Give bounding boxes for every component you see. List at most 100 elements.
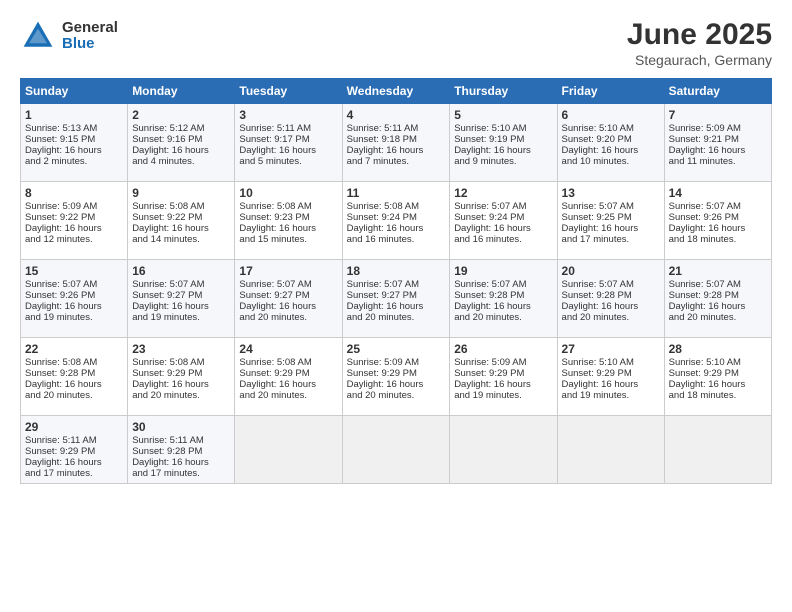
col-header-sunday: Sunday [21, 79, 128, 104]
day-detail: Sunrise: 5:08 AM [132, 357, 230, 368]
day-detail: Sunset: 9:15 PM [25, 134, 123, 145]
week-row-1: 8Sunrise: 5:09 AMSunset: 9:22 PMDaylight… [21, 182, 772, 260]
day-detail: Daylight: 16 hours [454, 223, 552, 234]
day-number: 10 [239, 186, 337, 200]
day-detail: Sunset: 9:28 PM [132, 446, 230, 457]
day-number: 23 [132, 342, 230, 356]
day-detail: Sunset: 9:25 PM [562, 212, 660, 223]
calendar-cell: 24Sunrise: 5:08 AMSunset: 9:29 PMDayligh… [235, 338, 342, 416]
calendar-cell: 13Sunrise: 5:07 AMSunset: 9:25 PMDayligh… [557, 182, 664, 260]
day-detail: Daylight: 16 hours [562, 301, 660, 312]
day-detail: Sunrise: 5:08 AM [25, 357, 123, 368]
day-number: 7 [669, 108, 767, 122]
calendar-cell: 26Sunrise: 5:09 AMSunset: 9:29 PMDayligh… [450, 338, 557, 416]
calendar-cell [450, 416, 557, 484]
day-number: 26 [454, 342, 552, 356]
day-detail: Daylight: 16 hours [347, 223, 446, 234]
day-number: 25 [347, 342, 446, 356]
calendar-cell: 28Sunrise: 5:10 AMSunset: 9:29 PMDayligh… [664, 338, 771, 416]
day-detail: Daylight: 16 hours [669, 379, 767, 390]
day-detail: Sunrise: 5:07 AM [669, 279, 767, 290]
day-detail: Sunrise: 5:11 AM [132, 435, 230, 446]
day-detail: Daylight: 16 hours [669, 223, 767, 234]
day-detail: Sunset: 9:27 PM [239, 290, 337, 301]
calendar-cell: 18Sunrise: 5:07 AMSunset: 9:27 PMDayligh… [342, 260, 450, 338]
logo-icon [20, 18, 56, 54]
calendar-cell: 29Sunrise: 5:11 AMSunset: 9:29 PMDayligh… [21, 416, 128, 484]
day-detail: Sunset: 9:22 PM [132, 212, 230, 223]
day-detail: Sunset: 9:21 PM [669, 134, 767, 145]
day-detail: Daylight: 16 hours [25, 379, 123, 390]
logo-general: General [62, 20, 118, 37]
day-detail: and 9 minutes. [454, 156, 552, 167]
day-detail: and 17 minutes. [25, 468, 123, 479]
day-detail: and 18 minutes. [669, 234, 767, 245]
day-detail: Daylight: 16 hours [132, 145, 230, 156]
day-detail: Sunset: 9:29 PM [669, 368, 767, 379]
calendar-cell: 21Sunrise: 5:07 AMSunset: 9:28 PMDayligh… [664, 260, 771, 338]
day-detail: Daylight: 16 hours [454, 145, 552, 156]
week-row-3: 22Sunrise: 5:08 AMSunset: 9:28 PMDayligh… [21, 338, 772, 416]
day-detail: Sunset: 9:17 PM [239, 134, 337, 145]
day-detail: Daylight: 16 hours [132, 301, 230, 312]
calendar-cell: 20Sunrise: 5:07 AMSunset: 9:28 PMDayligh… [557, 260, 664, 338]
day-number: 28 [669, 342, 767, 356]
day-number: 21 [669, 264, 767, 278]
day-number: 30 [132, 420, 230, 434]
day-detail: Sunset: 9:24 PM [347, 212, 446, 223]
day-number: 24 [239, 342, 337, 356]
day-detail: Sunset: 9:29 PM [562, 368, 660, 379]
day-detail: Sunset: 9:29 PM [239, 368, 337, 379]
day-detail: Sunset: 9:23 PM [239, 212, 337, 223]
header-row: SundayMondayTuesdayWednesdayThursdayFrid… [21, 79, 772, 104]
calendar-cell: 17Sunrise: 5:07 AMSunset: 9:27 PMDayligh… [235, 260, 342, 338]
calendar-cell: 19Sunrise: 5:07 AMSunset: 9:28 PMDayligh… [450, 260, 557, 338]
day-detail: Sunrise: 5:11 AM [25, 435, 123, 446]
col-header-saturday: Saturday [664, 79, 771, 104]
day-detail: and 14 minutes. [132, 234, 230, 245]
day-number: 2 [132, 108, 230, 122]
day-detail: and 5 minutes. [239, 156, 337, 167]
day-detail: Daylight: 16 hours [132, 457, 230, 468]
day-detail: Sunrise: 5:10 AM [562, 357, 660, 368]
calendar-cell [342, 416, 450, 484]
calendar-cell: 11Sunrise: 5:08 AMSunset: 9:24 PMDayligh… [342, 182, 450, 260]
day-detail: Sunset: 9:26 PM [669, 212, 767, 223]
col-header-tuesday: Tuesday [235, 79, 342, 104]
day-detail: and 10 minutes. [562, 156, 660, 167]
day-number: 6 [562, 108, 660, 122]
col-header-friday: Friday [557, 79, 664, 104]
day-detail: and 19 minutes. [25, 312, 123, 323]
day-detail: Sunset: 9:28 PM [454, 290, 552, 301]
day-number: 19 [454, 264, 552, 278]
calendar-cell: 22Sunrise: 5:08 AMSunset: 9:28 PMDayligh… [21, 338, 128, 416]
calendar: SundayMondayTuesdayWednesdayThursdayFrid… [20, 78, 772, 484]
day-detail: Sunrise: 5:10 AM [562, 123, 660, 134]
day-number: 4 [347, 108, 446, 122]
day-detail: Sunset: 9:29 PM [25, 446, 123, 457]
calendar-cell: 12Sunrise: 5:07 AMSunset: 9:24 PMDayligh… [450, 182, 557, 260]
day-number: 29 [25, 420, 123, 434]
day-detail: and 17 minutes. [132, 468, 230, 479]
col-header-thursday: Thursday [450, 79, 557, 104]
day-detail: Daylight: 16 hours [132, 223, 230, 234]
day-detail: Sunrise: 5:10 AM [454, 123, 552, 134]
calendar-cell: 27Sunrise: 5:10 AMSunset: 9:29 PMDayligh… [557, 338, 664, 416]
day-detail: Sunset: 9:29 PM [454, 368, 552, 379]
calendar-cell [664, 416, 771, 484]
col-header-monday: Monday [128, 79, 235, 104]
calendar-cell: 1Sunrise: 5:13 AMSunset: 9:15 PMDaylight… [21, 104, 128, 182]
day-detail: Sunset: 9:27 PM [347, 290, 446, 301]
day-detail: Sunset: 9:29 PM [347, 368, 446, 379]
month-title: June 2025 [627, 18, 772, 52]
day-detail: and 17 minutes. [562, 234, 660, 245]
calendar-cell: 4Sunrise: 5:11 AMSunset: 9:18 PMDaylight… [342, 104, 450, 182]
day-detail: Sunrise: 5:07 AM [562, 201, 660, 212]
day-detail: and 20 minutes. [669, 312, 767, 323]
day-detail: Daylight: 16 hours [669, 145, 767, 156]
day-detail: Daylight: 16 hours [239, 379, 337, 390]
day-detail: Sunrise: 5:11 AM [239, 123, 337, 134]
day-number: 9 [132, 186, 230, 200]
day-detail: Sunrise: 5:08 AM [239, 201, 337, 212]
day-detail: Sunset: 9:19 PM [454, 134, 552, 145]
